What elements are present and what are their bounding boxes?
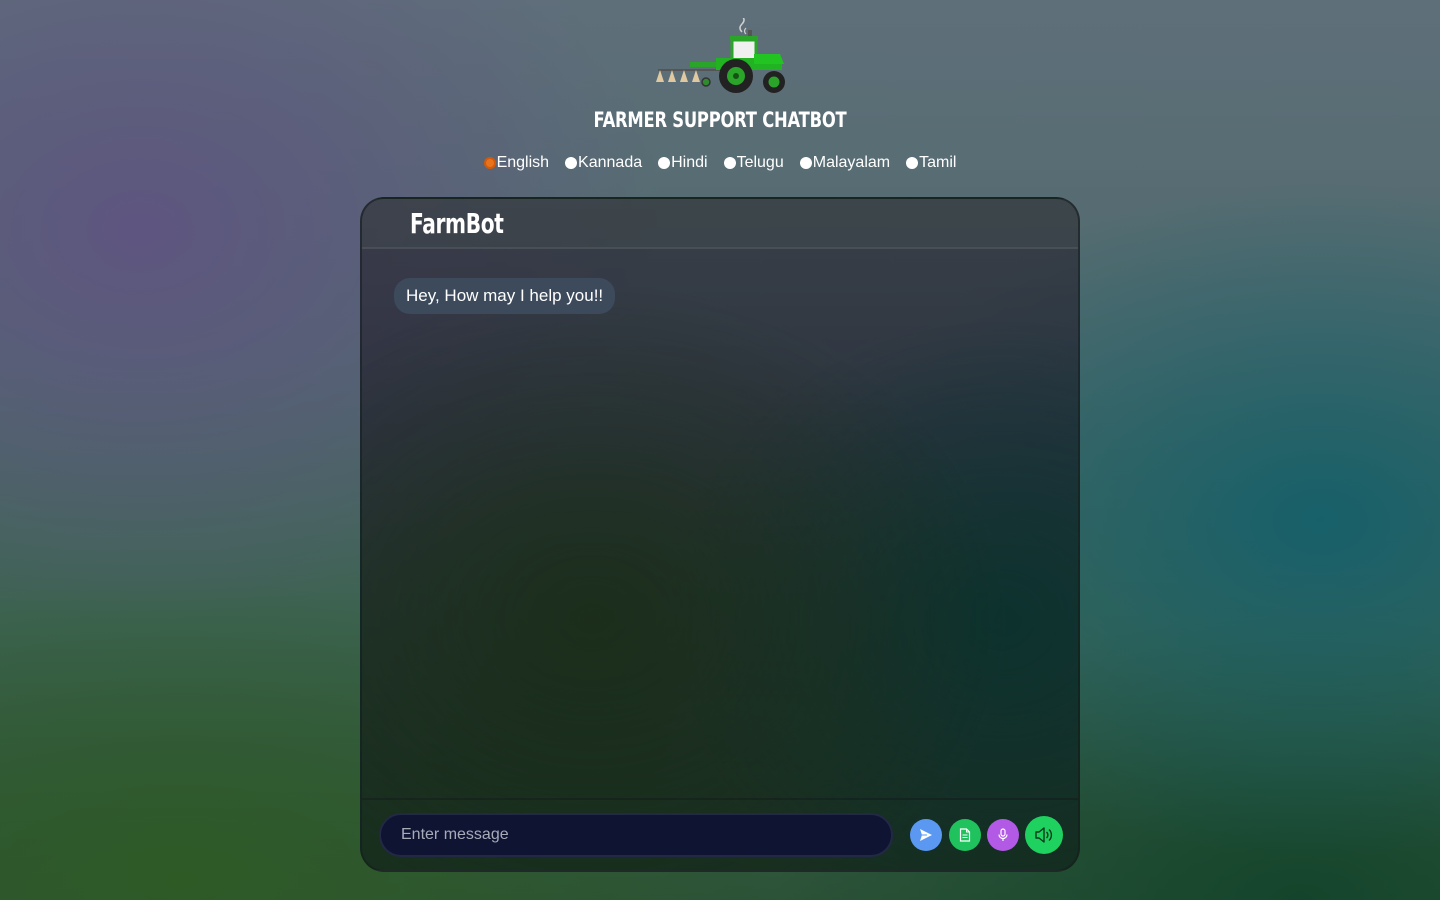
language-label: Telugu	[736, 154, 784, 171]
language-option-kannada[interactable]: Kannada	[565, 154, 642, 172]
speaker-button[interactable]	[1025, 816, 1063, 854]
send-button[interactable]	[910, 819, 942, 851]
language-label: Tamil	[919, 154, 957, 171]
radio-telugu[interactable]	[723, 157, 736, 169]
language-selector: English Kannada Hindi Telugu Malayalam T…	[0, 154, 1440, 172]
bot-name: FarmBot	[410, 207, 504, 240]
language-label: English	[496, 154, 550, 171]
radio-tamil[interactable]	[906, 157, 919, 169]
radio-kannada[interactable]	[565, 157, 578, 169]
language-option-telugu[interactable]: Telugu	[723, 154, 784, 172]
chat-input-bar	[362, 798, 1078, 870]
microphone-button[interactable]	[987, 819, 1019, 851]
language-option-english[interactable]: English	[483, 154, 550, 172]
file-icon	[959, 828, 971, 842]
message-input[interactable]	[379, 813, 893, 857]
radio-malayalam[interactable]	[799, 157, 812, 169]
page-title: FARMER SUPPORT CHATBOT	[593, 108, 847, 132]
language-label: Kannada	[578, 154, 643, 171]
chat-window: FarmBot Hey, How may I help you!!	[360, 197, 1080, 872]
radio-english[interactable]	[483, 157, 496, 169]
tractor-icon	[656, 18, 785, 93]
radio-hindi[interactable]	[658, 157, 671, 169]
file-button[interactable]	[949, 819, 981, 851]
language-option-malayalam[interactable]: Malayalam	[799, 154, 891, 172]
bot-message-bubble: Hey, How may I help you!!	[394, 278, 616, 314]
language-label: Malayalam	[812, 154, 891, 171]
microphone-icon	[998, 828, 1008, 841]
speaker-icon	[1035, 827, 1053, 843]
chat-header: FarmBot	[362, 199, 1078, 249]
language-label: Hindi	[671, 154, 708, 171]
send-icon	[920, 829, 932, 841]
language-option-tamil[interactable]: Tamil	[906, 154, 956, 172]
language-option-hindi[interactable]: Hindi	[658, 154, 708, 172]
